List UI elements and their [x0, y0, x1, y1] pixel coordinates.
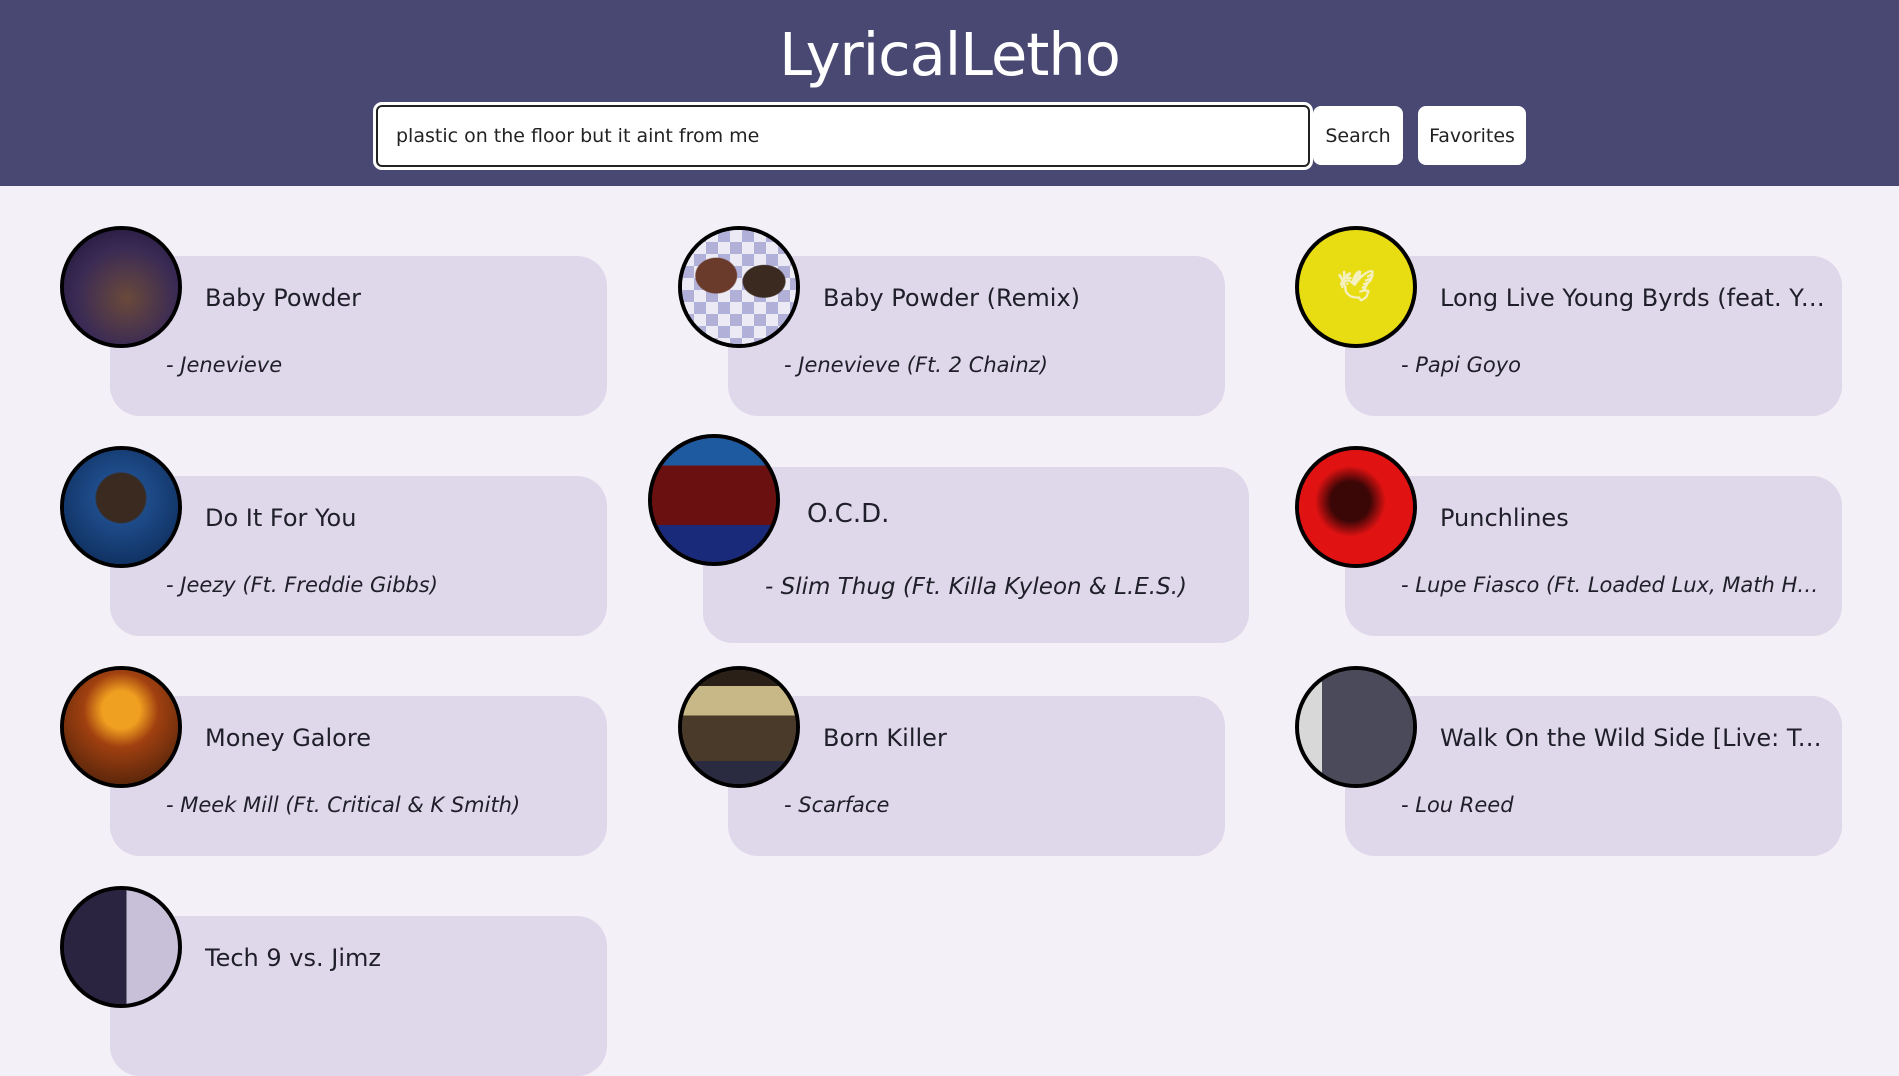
song-title: Money Galore	[205, 724, 371, 752]
song-title: Do It For You	[205, 504, 357, 532]
album-art-image[interactable]	[60, 446, 182, 568]
album-art-image[interactable]	[60, 226, 182, 348]
album-art-image[interactable]	[1295, 446, 1417, 568]
song-title: Born Killer	[823, 724, 947, 752]
album-art-image[interactable]	[678, 666, 800, 788]
favorites-button[interactable]: Favorites	[1418, 106, 1526, 165]
result-card[interactable]: Long Live Young Byrds (feat. You... - Pa…	[1345, 256, 1842, 416]
album-art-image[interactable]	[60, 666, 182, 788]
search-button[interactable]: Search	[1313, 106, 1403, 165]
dove-icon: 🕊	[1336, 269, 1376, 304]
result-card[interactable]: Punchlines - Lupe Fiasco (Ft. Loaded Lux…	[1345, 476, 1842, 636]
song-artist: - Lou Reed	[1401, 793, 1514, 817]
song-title: Long Live Young Byrds (feat. You...	[1440, 284, 1830, 312]
song-title: Baby Powder	[205, 284, 362, 312]
search-input[interactable]	[373, 102, 1313, 170]
top-header: LyricalLetho Search Favorites	[0, 0, 1899, 186]
song-artist: - Jenevieve	[166, 353, 283, 377]
song-artist: - Papi Goyo	[1401, 353, 1522, 377]
result-card[interactable]: Money Galore - Meek Mill (Ft. Critical &…	[110, 696, 607, 856]
album-art-image[interactable]	[678, 226, 800, 348]
song-artist: - Lupe Fiasco (Ft. Loaded Lux, Math Hoff…	[1401, 573, 1826, 597]
app-title: LyricalLetho	[779, 20, 1121, 89]
album-art-image[interactable]	[1295, 666, 1417, 788]
result-card[interactable]: Tech 9 vs. Jimz	[110, 916, 607, 1076]
result-card[interactable]: Baby Powder (Remix) - Jenevieve (Ft. 2 C…	[728, 256, 1225, 416]
song-artist: - Jenevieve (Ft. 2 Chainz)	[784, 353, 1048, 377]
album-art-image[interactable]	[60, 886, 182, 1008]
song-artist: - Slim Thug (Ft. Killa Kyleon & L.E.S.)	[765, 574, 1187, 600]
song-title: O.C.D.	[807, 499, 890, 529]
album-art-image[interactable]	[648, 434, 780, 566]
album-art-image[interactable]: 🕊	[1295, 226, 1417, 348]
song-title: Walk On the Wild Side [Live: Tak...	[1440, 724, 1830, 752]
result-card[interactable]: Born Killer - Scarface	[728, 696, 1225, 856]
result-card[interactable]: Walk On the Wild Side [Live: Tak... - Lo…	[1345, 696, 1842, 856]
song-artist: - Scarface	[784, 793, 890, 817]
song-title: Baby Powder (Remix)	[823, 284, 1081, 312]
result-card[interactable]: Baby Powder - Jenevieve	[110, 256, 607, 416]
song-artist: - Meek Mill (Ft. Critical & K Smith)	[166, 793, 521, 817]
song-title: Punchlines	[1440, 504, 1569, 532]
result-card[interactable]: Do It For You - Jeezy (Ft. Freddie Gibbs…	[110, 476, 607, 636]
song-artist: - Jeezy (Ft. Freddie Gibbs)	[166, 573, 438, 597]
result-card[interactable]: O.C.D. - Slim Thug (Ft. Killa Kyleon & L…	[703, 467, 1249, 643]
